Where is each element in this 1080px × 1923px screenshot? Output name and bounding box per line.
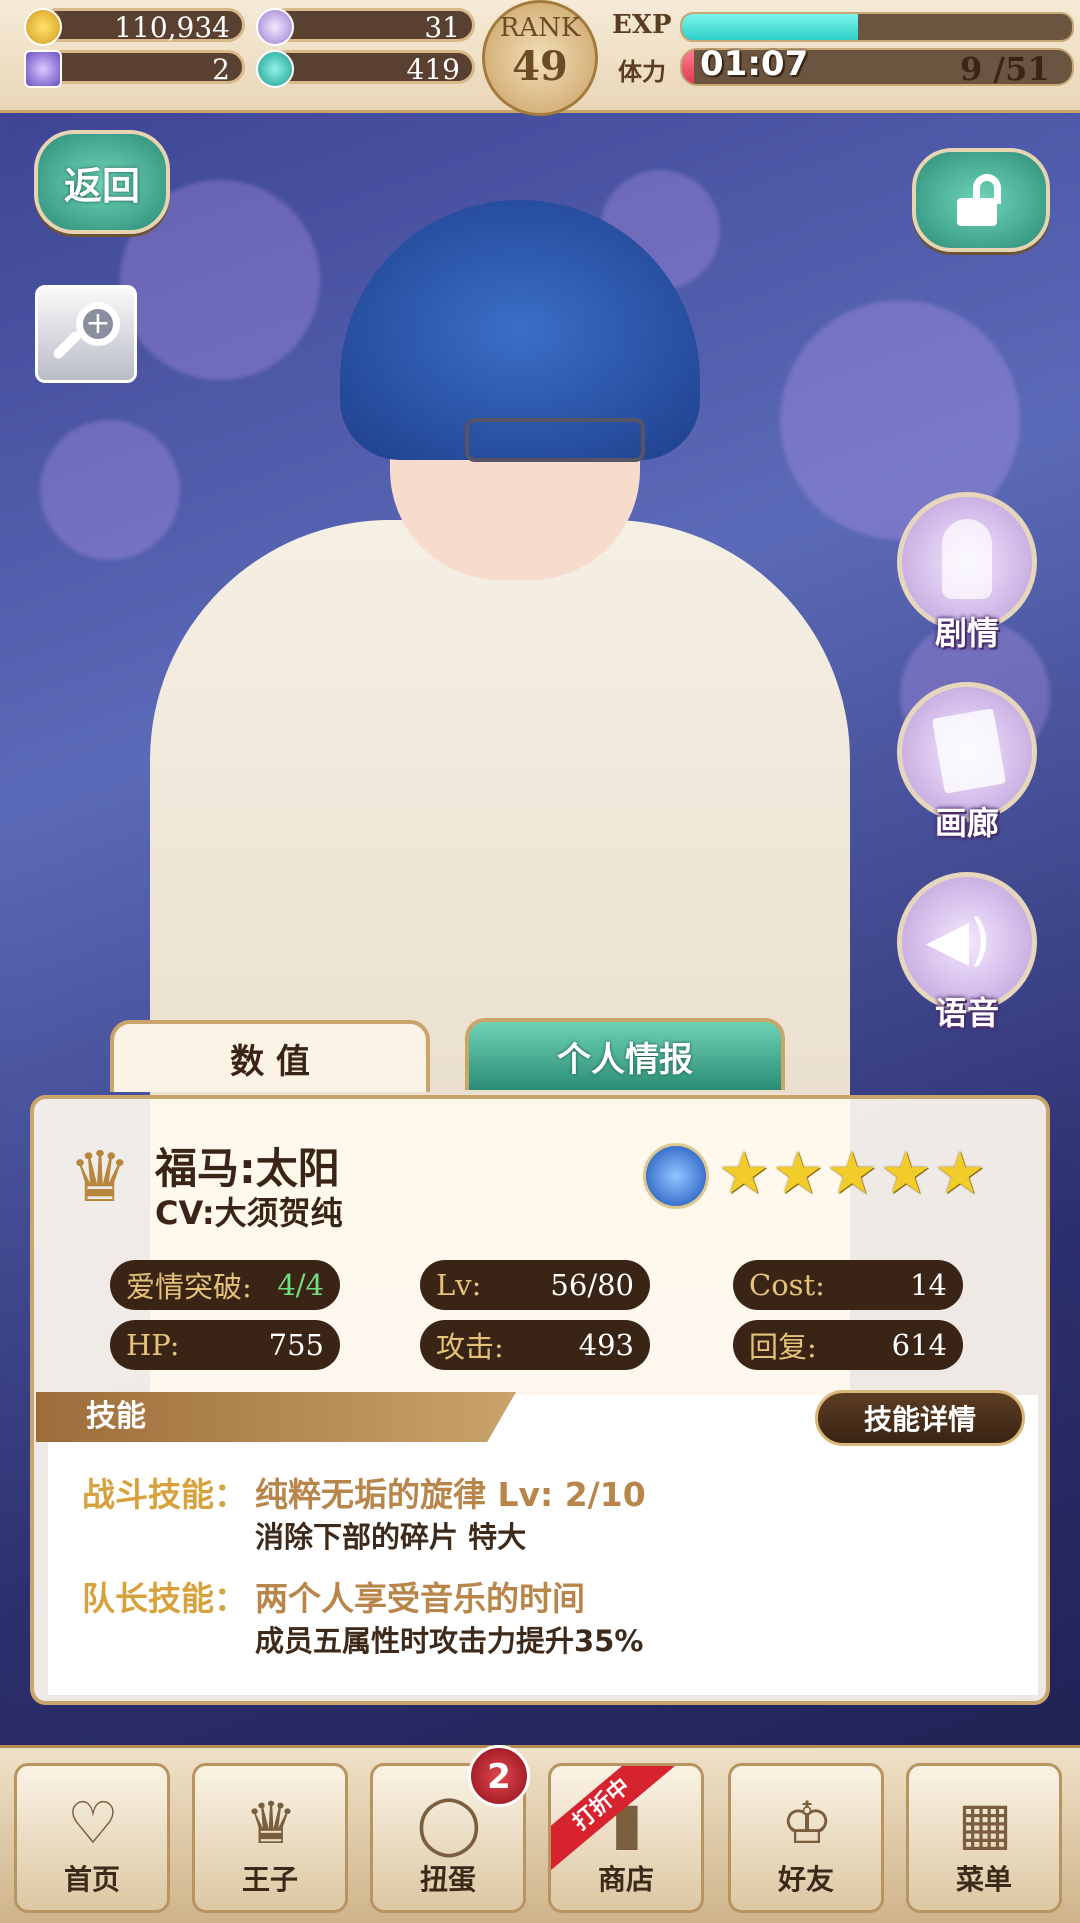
- stamina-bar-fill: [682, 50, 694, 84]
- tab-stats[interactable]: 数 值: [110, 1020, 430, 1092]
- document-icon: [931, 708, 1007, 794]
- nav-home[interactable]: ♡ 首页: [14, 1763, 170, 1913]
- character-name: 福马:太阳: [155, 1144, 340, 1193]
- unlock-icon: [957, 174, 1005, 226]
- leader-skill-label: 队长技能：: [82, 1579, 247, 1618]
- nav-shop[interactable]: ▮ 商店 打折中: [548, 1763, 704, 1913]
- stat-attack: 攻击: 493: [420, 1320, 650, 1370]
- gold-coin-icon: [24, 8, 62, 46]
- heart-icon: ♡: [67, 1789, 119, 1857]
- stat-level: Lv: 56/80: [420, 1260, 650, 1310]
- battle-skill-name: 纯粹无垢的旋律 Lv: 2/10: [255, 1475, 646, 1514]
- feather-counter: 31: [270, 8, 475, 44]
- gold-counter: 110,934: [40, 8, 245, 44]
- star-icon: ★: [718, 1139, 770, 1207]
- grid-icon: ▦: [957, 1789, 1013, 1857]
- stamina-label: 体力: [618, 58, 666, 86]
- star-icon: ★: [772, 1139, 824, 1207]
- character-cv: CV:大须贺纯: [155, 1194, 343, 1232]
- silhouette-icon: [942, 519, 992, 599]
- leader-skill-name: 两个人享受音乐的时间: [255, 1579, 585, 1618]
- stat-cost: Cost: 14: [733, 1260, 963, 1310]
- exp-bar: [680, 12, 1074, 42]
- rank-badge: RANK 49: [482, 0, 598, 116]
- nav-friends[interactable]: ♔ 好友: [728, 1763, 884, 1913]
- skill-detail-button[interactable]: 技能详情: [815, 1390, 1025, 1446]
- stamina-timer: 01:07: [700, 44, 809, 84]
- voice-label: 语音: [934, 994, 999, 1032]
- magnifier-plus-icon: +: [76, 302, 120, 346]
- crown-icon: ♛: [68, 1136, 132, 1218]
- star-icon: ★: [934, 1139, 986, 1207]
- character-glasses: [465, 418, 645, 462]
- battle-skill-label: 战斗技能：: [82, 1475, 247, 1514]
- stat-recovery: 回复: 614: [733, 1320, 963, 1370]
- top-status-bar: 110,934 31 2 419 RANK 49 EXP 体力 01:07 9 …: [0, 0, 1080, 116]
- gallery-label: 画廊: [934, 804, 999, 842]
- story-label: 剧情: [934, 614, 999, 652]
- unlock-button[interactable]: [912, 148, 1050, 252]
- stat-hp: HP: 755: [110, 1320, 340, 1370]
- crystal-icon: [24, 50, 62, 88]
- back-button[interactable]: 返回: [34, 130, 170, 234]
- star-icon: ★: [826, 1139, 878, 1207]
- tiara-icon: ♔: [781, 1789, 833, 1857]
- speaker-icon: ◀): [926, 908, 991, 973]
- exp-label: EXP: [612, 10, 672, 40]
- nav-menu[interactable]: ▦ 菜单: [906, 1763, 1062, 1913]
- stamina-count: 9 /51: [960, 50, 1050, 88]
- gem-counter: 419: [270, 50, 475, 86]
- feather-icon: [256, 8, 294, 46]
- gem-icon: [256, 50, 294, 88]
- battle-skill-desc: 消除下部的碎片 特大: [255, 1520, 527, 1554]
- skills-header: 技能: [36, 1392, 516, 1442]
- star-rating: ★ ★ ★ ★ ★: [718, 1140, 988, 1206]
- crown-icon: ♛: [245, 1789, 297, 1857]
- attribute-orb-icon: [643, 1143, 709, 1209]
- stat-love-break: 爱情突破: 4/4: [110, 1260, 340, 1310]
- nav-prince[interactable]: ♛ 王子: [192, 1763, 348, 1913]
- ring-icon: ◯: [416, 1789, 482, 1857]
- tab-profile[interactable]: 个人情报: [465, 1018, 785, 1090]
- zoom-button[interactable]: +: [35, 285, 137, 383]
- leader-skill-desc: 成员五属性时攻击力提升35%: [255, 1624, 644, 1658]
- gacha-count-badge: 2: [468, 1745, 530, 1807]
- exp-bar-fill: [682, 14, 858, 40]
- crystal-counter: 2: [40, 50, 245, 86]
- star-icon: ★: [880, 1139, 932, 1207]
